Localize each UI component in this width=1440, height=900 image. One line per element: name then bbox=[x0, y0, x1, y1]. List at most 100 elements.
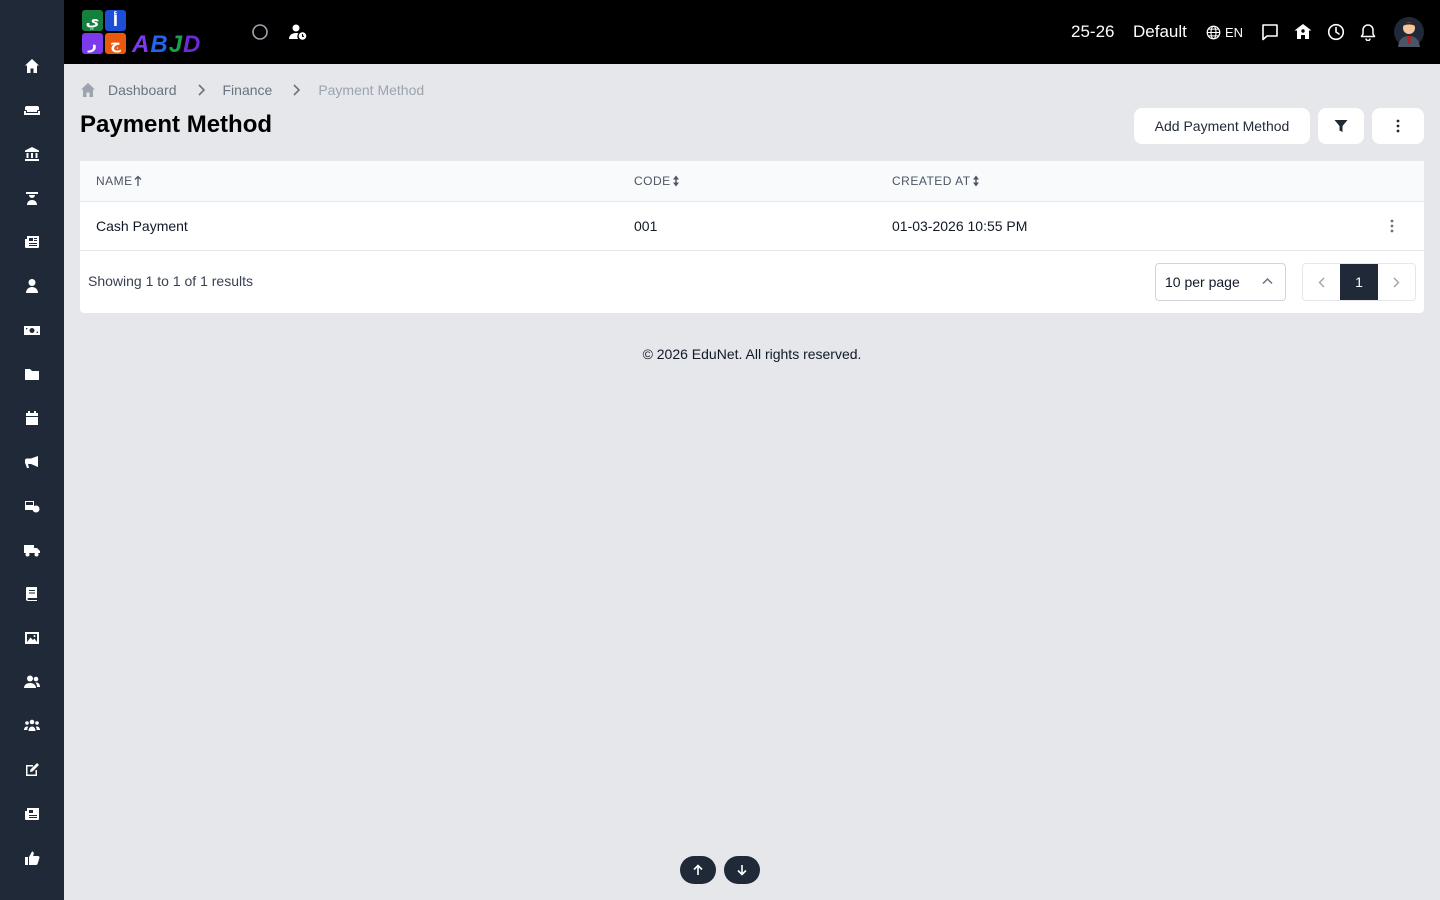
history-button[interactable] bbox=[1324, 20, 1348, 44]
clock-icon bbox=[1327, 23, 1345, 41]
table-header: NAME CODE CREATED AT bbox=[80, 161, 1424, 202]
user-clock-button[interactable] bbox=[286, 20, 310, 44]
column-header-created-at[interactable]: CREATED AT bbox=[892, 174, 980, 188]
sidebar-item-rooms[interactable] bbox=[20, 98, 44, 122]
filter-button[interactable] bbox=[1318, 108, 1364, 144]
top-bar: ي أ ر ج ABJD 25-26 Default EN bbox=[64, 0, 1440, 64]
institution-icon bbox=[25, 147, 39, 161]
logo-tile-green: ي bbox=[82, 10, 103, 31]
breadcrumb-finance[interactable]: Finance bbox=[223, 82, 273, 98]
more-options-button[interactable] bbox=[1372, 108, 1424, 144]
school-icon bbox=[1294, 24, 1312, 39]
filter-icon bbox=[1334, 120, 1348, 132]
sidebar-item-files[interactable] bbox=[20, 362, 44, 386]
column-header-label: CODE bbox=[634, 174, 671, 188]
dots-vertical-icon bbox=[1390, 219, 1394, 233]
table-row[interactable]: Cash Payment 001 01-03-2026 10:55 PM bbox=[80, 202, 1424, 251]
edit-icon bbox=[26, 763, 39, 776]
school-button[interactable] bbox=[1291, 20, 1315, 44]
sidebar-item-transport[interactable] bbox=[20, 538, 44, 562]
sidebar-item-announcements[interactable] bbox=[20, 450, 44, 474]
logo-wordmark: ABJD bbox=[132, 31, 202, 58]
sidebar bbox=[0, 0, 64, 900]
sidebar-item-finance[interactable] bbox=[20, 318, 44, 342]
logo-tile-purple: ر bbox=[82, 33, 103, 54]
breadcrumb: Dashboard Finance Payment Method bbox=[80, 80, 424, 100]
previous-page-button[interactable] bbox=[1303, 264, 1340, 300]
arrow-up-icon bbox=[693, 864, 703, 875]
cell-code: 001 bbox=[634, 218, 658, 234]
page-button-current[interactable]: 1 bbox=[1340, 264, 1378, 300]
sidebar-item-gallery[interactable] bbox=[20, 626, 44, 650]
sidebar-item-teachers[interactable] bbox=[20, 186, 44, 210]
pagination: 1 bbox=[1302, 263, 1416, 301]
sidebar-item-home[interactable] bbox=[20, 54, 44, 78]
image-icon bbox=[25, 632, 39, 644]
home-icon bbox=[81, 83, 95, 97]
arrow-down-icon bbox=[737, 865, 747, 876]
session-selector[interactable]: 25-26 bbox=[1071, 22, 1114, 42]
message-icon bbox=[1262, 24, 1278, 41]
column-header-name[interactable]: NAME bbox=[96, 174, 142, 188]
chevron-right-icon bbox=[292, 84, 302, 96]
copyright-text: © 2026 EduNet. All rights reserved. bbox=[642, 346, 862, 362]
truck-icon bbox=[24, 545, 40, 557]
users-icon bbox=[24, 675, 40, 688]
thumbs-up-icon bbox=[25, 851, 40, 865]
sidebar-item-users[interactable] bbox=[20, 670, 44, 694]
sidebar-item-news[interactable] bbox=[20, 230, 44, 254]
chevron-left-icon bbox=[1318, 277, 1325, 287]
sidebar-item-institution[interactable] bbox=[20, 142, 44, 166]
home-icon bbox=[25, 59, 39, 73]
user-tie-icon bbox=[26, 279, 38, 293]
row-actions-button[interactable] bbox=[1384, 216, 1400, 236]
sort-ascending-icon bbox=[134, 175, 142, 186]
money-icon bbox=[24, 326, 40, 335]
breadcrumb-current: Payment Method bbox=[318, 82, 425, 98]
sidebar-item-library[interactable] bbox=[20, 582, 44, 606]
messages-button[interactable] bbox=[1258, 20, 1282, 44]
sidebar-item-exams[interactable] bbox=[20, 758, 44, 782]
next-page-button[interactable] bbox=[1378, 264, 1415, 300]
sidebar-item-transport-settings[interactable] bbox=[20, 494, 44, 518]
teacher-icon bbox=[26, 192, 38, 205]
cell-name: Cash Payment bbox=[96, 218, 188, 234]
circle-icon bbox=[252, 24, 268, 40]
column-header-code[interactable]: CODE bbox=[634, 174, 680, 188]
newspaper-icon bbox=[25, 236, 39, 248]
avatar[interactable] bbox=[1394, 16, 1424, 48]
bell-icon bbox=[1360, 24, 1376, 41]
language-label: EN bbox=[1225, 24, 1244, 40]
megaphone-icon bbox=[24, 456, 38, 468]
sidebar-item-feedback[interactable] bbox=[20, 846, 44, 870]
logo-tile-orange: ج bbox=[105, 33, 126, 54]
sidebar-item-reports[interactable] bbox=[20, 802, 44, 826]
sort-icon bbox=[672, 175, 679, 187]
profile-selector[interactable]: Default bbox=[1133, 22, 1187, 42]
chevron-right-icon bbox=[1393, 277, 1400, 287]
calendar-icon bbox=[26, 411, 38, 425]
breadcrumb-home[interactable] bbox=[80, 82, 96, 98]
sofa-icon bbox=[24, 106, 40, 115]
bus-settings-icon bbox=[25, 501, 40, 513]
column-header-label: NAME bbox=[96, 174, 133, 188]
scroll-to-bottom-button[interactable] bbox=[724, 856, 760, 884]
status-circle-button[interactable] bbox=[248, 20, 272, 44]
add-payment-method-button[interactable]: Add Payment Method bbox=[1134, 108, 1310, 144]
globe-icon bbox=[1206, 25, 1221, 39]
cell-created-at: 01-03-2026 10:55 PM bbox=[892, 218, 1028, 234]
notifications-button[interactable] bbox=[1356, 20, 1380, 44]
app-logo[interactable]: ي أ ر ج ABJD bbox=[80, 8, 226, 58]
sidebar-item-calendar[interactable] bbox=[20, 406, 44, 430]
dots-vertical-icon bbox=[1396, 119, 1400, 133]
scroll-to-top-button[interactable] bbox=[680, 856, 716, 884]
sidebar-item-staff[interactable] bbox=[20, 274, 44, 298]
per-page-select[interactable]: 10 per page bbox=[1155, 263, 1286, 301]
sidebar-item-groups[interactable] bbox=[20, 714, 44, 738]
language-selector[interactable]: EN bbox=[1206, 20, 1246, 44]
breadcrumb-dashboard[interactable]: Dashboard bbox=[108, 82, 177, 98]
user-clock-icon bbox=[289, 24, 307, 40]
page-title: Payment Method bbox=[80, 111, 273, 138]
sort-icon bbox=[972, 175, 979, 187]
column-header-label: CREATED AT bbox=[892, 174, 971, 188]
